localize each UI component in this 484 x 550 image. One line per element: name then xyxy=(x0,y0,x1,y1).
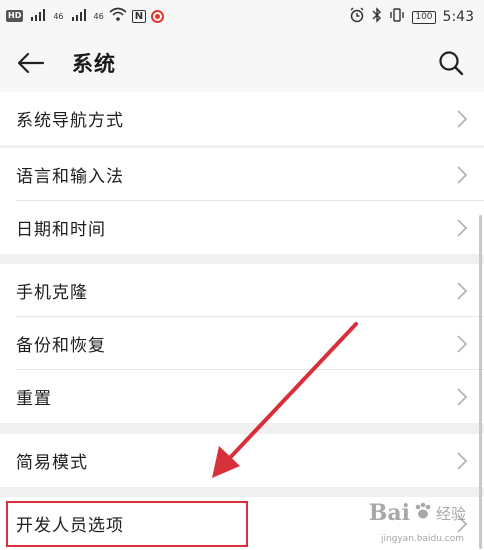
signal-icon xyxy=(28,9,47,23)
settings-item-label: 简易模式 xyxy=(16,453,88,473)
bluetooth-icon xyxy=(372,7,382,27)
status-right: 100 5:43 xyxy=(349,7,474,27)
search-icon xyxy=(439,51,464,76)
signal-label-1: 46 xyxy=(53,11,64,21)
chevron-right-icon xyxy=(457,166,468,184)
status-left: HD 46 46 N xyxy=(6,7,165,25)
signal-icon-2 xyxy=(69,9,88,23)
alarm-icon xyxy=(349,7,365,27)
chevron-right-icon xyxy=(457,110,468,128)
chevron-right-icon xyxy=(457,335,468,353)
app-bar: 系统 xyxy=(0,32,484,92)
settings-item-label: 语言和输入法 xyxy=(16,167,124,187)
settings-item-label: 重置 xyxy=(16,389,52,409)
settings-group-4: 简易模式 xyxy=(0,434,484,487)
search-button[interactable] xyxy=(434,46,468,80)
watermark: Bai 经验 xyxy=(369,500,466,526)
status-time: 5:43 xyxy=(442,9,474,25)
chevron-right-icon xyxy=(457,219,468,237)
watermark-brand: Bai xyxy=(368,500,410,526)
settings-item-backup-restore[interactable]: 备份和恢复 xyxy=(0,317,484,370)
alert-icon xyxy=(151,9,165,23)
settings-item-phone-clone[interactable]: 手机克隆 xyxy=(0,264,484,317)
page-title: 系统 xyxy=(72,52,116,76)
paw-icon xyxy=(413,501,433,525)
watermark-site: jingyan.baidu.com xyxy=(380,534,464,544)
settings-item-reset[interactable]: 重置 xyxy=(0,370,484,423)
settings-item-label: 手机克隆 xyxy=(16,283,88,303)
settings-item-label: 系统导航方式 xyxy=(16,111,124,131)
wifi-icon xyxy=(109,7,127,25)
nfc-icon: N xyxy=(131,9,147,23)
settings-group-3: 手机克隆 备份和恢复 重置 xyxy=(0,264,484,423)
settings-item-date-time[interactable]: 日期和时间 xyxy=(0,201,484,254)
settings-group-2: 语言和输入法 日期和时间 xyxy=(0,148,484,254)
signal-label-2: 46 xyxy=(93,11,104,21)
settings-item-navigation[interactable]: 系统导航方式 xyxy=(0,92,484,145)
annotation-highlight-box xyxy=(6,501,248,547)
back-button[interactable] xyxy=(14,46,48,80)
settings-group-1: 系统导航方式 xyxy=(0,92,484,145)
watermark-brand-suffix: 经验 xyxy=(435,504,466,523)
settings-item-label: 日期和时间 xyxy=(16,220,106,240)
back-arrow-icon xyxy=(17,52,45,74)
chevron-right-icon xyxy=(457,282,468,300)
battery-icon: 100 xyxy=(412,10,436,24)
settings-item-language[interactable]: 语言和输入法 xyxy=(0,148,484,201)
scrollbar[interactable] xyxy=(479,215,482,549)
settings-item-label: 备份和恢复 xyxy=(16,336,106,356)
vibrate-icon xyxy=(389,8,405,26)
chevron-right-icon xyxy=(457,452,468,470)
settings-item-simple-mode[interactable]: 简易模式 xyxy=(0,434,484,487)
hd-badge: HD xyxy=(6,10,24,22)
chevron-right-icon xyxy=(457,388,468,406)
status-bar: HD 46 46 N 100 5:43 xyxy=(0,0,484,32)
